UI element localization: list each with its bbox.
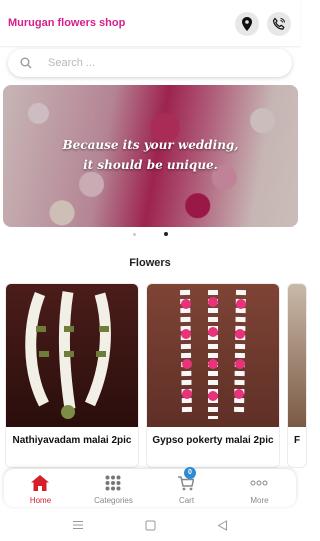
app-header: Murugan flowers shop	[0, 0, 300, 46]
nav-more[interactable]: More	[223, 469, 296, 507]
location-button[interactable]	[235, 12, 259, 36]
product-card[interactable]: Nathiyavadam malai 2pic	[5, 283, 139, 468]
bottom-navigation: Home Categories 0 Cart More	[4, 467, 296, 507]
nav-home[interactable]: Home	[4, 469, 77, 507]
system-navigation-bar	[0, 509, 300, 541]
nav-categories[interactable]: Categories	[77, 469, 150, 507]
nav-home-label: Home	[29, 496, 52, 505]
nav-cart[interactable]: 0 Cart	[150, 467, 223, 507]
carousel-dot-active[interactable]	[164, 232, 168, 236]
product-image	[6, 284, 138, 427]
recents-button[interactable]	[70, 517, 86, 533]
cart-badge: 0	[184, 467, 196, 479]
search-placeholder: Search ...	[48, 57, 96, 69]
more-icon	[249, 474, 269, 492]
section-title: Flowers	[129, 257, 171, 269]
product-name: Nathiyavadam malai 2pic	[12, 435, 132, 446]
app-root: Murugan flowers shop Search ... Because …	[0, 0, 307, 541]
product-image	[288, 284, 306, 427]
nav-categories-label: Categories	[94, 496, 133, 505]
grid-icon	[103, 474, 123, 492]
banner-line-1: Because its your wedding,	[62, 138, 239, 152]
product-card-partial[interactable]: F	[287, 283, 307, 468]
location-pin-icon	[242, 17, 252, 31]
search-icon	[20, 57, 32, 69]
menu-icon	[73, 521, 83, 529]
system-back-button[interactable]	[214, 517, 230, 533]
product-image	[147, 284, 279, 427]
nav-more-label: More	[250, 496, 269, 505]
phone-icon	[272, 17, 285, 30]
call-button[interactable]	[267, 12, 291, 36]
product-name: Gypso pokerty malai 2pic	[152, 435, 274, 446]
shop-title: Murugan flowers shop	[8, 17, 126, 29]
square-icon	[145, 520, 155, 530]
product-name: F	[293, 435, 301, 446]
product-card[interactable]: Gypso pokerty malai 2pic	[146, 283, 280, 468]
home-icon	[30, 474, 50, 492]
promo-banner[interactable]: Because its your wedding, it should be u…	[3, 85, 298, 227]
back-triangle-icon	[216, 519, 227, 531]
system-home-button[interactable]	[142, 517, 158, 533]
banner-line-2: it should be unique.	[83, 158, 218, 172]
carousel-dot[interactable]	[133, 233, 136, 236]
search-bar[interactable]: Search ...	[8, 49, 292, 77]
nav-cart-label: Cart	[178, 496, 195, 505]
carousel-indicator	[130, 232, 170, 238]
banner-tagline: Because its your wedding, it should be u…	[3, 135, 298, 175]
